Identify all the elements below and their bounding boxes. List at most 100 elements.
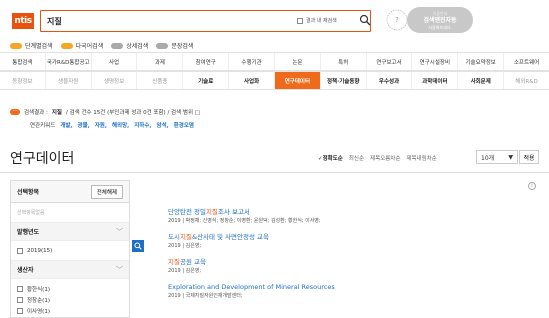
tab-item[interactable]: 수행기관	[228, 53, 274, 70]
filter-section-header[interactable]: 발행년도 ﹀	[11, 223, 129, 241]
related-keyword-link[interactable]: 개발,	[60, 121, 72, 129]
help-character-icon: ?	[386, 9, 408, 31]
mode-sentence[interactable]: 문장검색	[156, 41, 193, 50]
sort-option[interactable]: 제목오름차순	[370, 154, 400, 162]
ntis-logo[interactable]: ntis	[12, 13, 34, 29]
svg-text:?: ?	[395, 16, 399, 24]
filter-option-label: 2019(15)	[27, 247, 53, 254]
result-title-text: &산사태 및 사면안정성 교육	[191, 233, 269, 241]
mode-advanced[interactable]: 상세검색	[111, 41, 148, 50]
tab-item[interactable]: 참여연구	[182, 53, 228, 70]
search-modes: 단계별검색 다국어검색 상세검색 문장검색	[10, 41, 193, 50]
sort-option[interactable]: ✓정확도순	[318, 154, 343, 162]
tab-item[interactable]: 연구데이터	[273, 72, 320, 89]
filter-option[interactable]: 황한식(1)	[11, 283, 129, 294]
mode-label: 상세검색	[126, 43, 149, 50]
related-keyword-link[interactable]: 자원,	[95, 121, 107, 129]
sort-option[interactable]: 제목내림차순	[406, 154, 436, 162]
filter-checkbox[interactable]	[17, 307, 23, 314]
tab-item[interactable]: 논문	[273, 53, 320, 70]
tab-item[interactable]: 과학데이터	[411, 72, 457, 89]
tab-item[interactable]: 통합검색	[0, 53, 45, 70]
bubble-line-2: 검색엔진자동	[423, 17, 457, 24]
related-label: 연관키워드	[30, 123, 56, 129]
panel-title: 선택항목	[17, 189, 40, 196]
filter-search-button[interactable]	[132, 240, 144, 252]
filter-section-header[interactable]: 생산자 ﹀	[11, 261, 129, 279]
search-input[interactable]	[47, 13, 277, 29]
tab-item[interactable]: 신품종	[136, 72, 182, 89]
apply-button[interactable]: 적용	[519, 150, 539, 164]
usage-guide-bubble[interactable]: 이용안내 검색엔진자동 사용해보세요.	[407, 7, 473, 33]
summary-rest: / 검색 건수 15건 (부인과제 성과 0건 포함) / 검색 범위 □	[65, 110, 200, 116]
filter-checkbox[interactable]	[17, 247, 23, 254]
page-size-value: 10개	[481, 154, 495, 162]
search-within-results[interactable]: 결과 내 재검색	[297, 17, 337, 24]
result-title-text: 단양탄전 정밀	[168, 208, 206, 216]
filter-checkbox[interactable]	[17, 296, 23, 303]
related-keyword-link[interactable]: 암석,	[157, 121, 169, 129]
sort-option[interactable]: 최신순	[349, 154, 364, 162]
toggle-icon[interactable]	[111, 42, 124, 49]
result-title-text: 공원 교육	[179, 258, 206, 266]
tab-item[interactable]: 생명정보	[90, 72, 137, 89]
tab-item[interactable]: 과제	[136, 53, 182, 70]
related-keyword-link[interactable]: 지하수,	[134, 121, 151, 129]
result-title-text: 조사 보고서	[217, 208, 250, 216]
tab-item[interactable]: 생물자원	[44, 72, 91, 89]
tab-item[interactable]: 사업	[90, 53, 137, 70]
filter-section-title: 발행년도	[17, 229, 40, 236]
tab-item[interactable]: 사업화	[228, 72, 274, 89]
result-meta: 2019 | 국제지질자원인재개발센터;	[168, 293, 243, 299]
tab-item[interactable]: 사회문제	[457, 72, 503, 89]
result-title-link[interactable]: 도시지질&산사태 및 사면안정성 교육	[168, 233, 538, 242]
filter-checkbox[interactable]	[17, 285, 23, 292]
page-title: 연구데이터	[10, 151, 75, 167]
result-meta: 2019 | 박정채; 신영식; 정창순; 이영환; 윤원덕; 김성환; 황한식…	[168, 218, 321, 224]
result-title-highlight: 지질	[205, 208, 218, 216]
mode-stepwise[interactable]: 단계별검색	[10, 41, 53, 50]
toggle-icon[interactable]	[10, 42, 22, 49]
more-icon[interactable]: ···	[10, 109, 20, 115]
tab-item[interactable]: 기술료	[182, 72, 228, 89]
filter-option-label: 황한식(1)	[27, 286, 50, 293]
result-title-text: 도시	[168, 233, 180, 241]
tab-item[interactable]: 특허	[319, 53, 366, 70]
filter-option[interactable]: 이사영(1)	[11, 305, 129, 316]
result-title-highlight: 지질	[179, 233, 192, 241]
header: ntis 결과 내 재검색 ? 이용안내 검색엔진자동 사용해보세요.	[0, 0, 549, 40]
filter-option[interactable]: 정창순(1)	[11, 294, 129, 305]
related-keyword-link[interactable]: 광물,	[78, 121, 90, 129]
summary-query: 지질	[51, 110, 62, 116]
tab-item[interactable]: 동향정보	[0, 72, 45, 89]
tab-item[interactable]: 해외R&D	[503, 72, 549, 89]
category-tabs: 통합검색 국가R&D통합공고 사업 과제 참여연구 수행기관 논문 특허 연구보고서 연구시설장비…	[0, 52, 549, 90]
toggle-icon[interactable]	[60, 42, 73, 49]
result-title-link[interactable]: Exploration and Development of Mineral R…	[168, 283, 538, 292]
reset-all-button[interactable]: 전체해제	[90, 184, 123, 199]
related-keyword-link[interactable]: 해외망,	[112, 121, 129, 129]
tab-item[interactable]: 국가R&D통합공고	[44, 53, 91, 70]
mode-label: 문장검색	[171, 43, 194, 50]
filter-option[interactable]: 2019(15)	[11, 245, 129, 256]
filter-option-label: 이사영(1)	[27, 308, 50, 315]
search-within-checkbox[interactable]	[297, 17, 303, 24]
info-icon[interactable]: i	[528, 182, 536, 190]
tab-item[interactable]: 우수성과	[365, 72, 412, 89]
mode-multilingual[interactable]: 다국어검색	[60, 41, 103, 50]
tab-item[interactable]: 연구보고서	[365, 53, 412, 70]
result-title-link[interactable]: 지질공원 교육	[168, 258, 538, 267]
sort-options: ✓정확도순 최신순 제목오름차순 제목내림차순	[318, 154, 437, 162]
search-icon[interactable]	[359, 14, 371, 26]
tab-item[interactable]: 기술요약정보	[457, 53, 503, 70]
filter-options: 황한식(1) 정창순(1) 이사영(1)	[11, 279, 129, 318]
tab-item[interactable]: 소프트웨어	[503, 53, 549, 70]
tab-item[interactable]: 정책·기술동향	[319, 72, 366, 89]
result-title-link[interactable]: 단양탄전 정밀지질조사 보고서	[168, 208, 538, 217]
page-size-select[interactable]: 10개 ▼	[476, 150, 518, 164]
toggle-icon[interactable]	[156, 42, 169, 49]
tab-item[interactable]: 연구시설장비	[411, 53, 457, 70]
tabs-sub-row: 동향정보 생물자원 생명정보 신품종 기술료 사업화 연구데이터 정책·기술동향 우수성과 과학데…	[0, 71, 549, 90]
panel-header: 선택항목 전체해제	[11, 181, 129, 203]
related-keyword-link[interactable]: 환경오염	[174, 121, 194, 129]
